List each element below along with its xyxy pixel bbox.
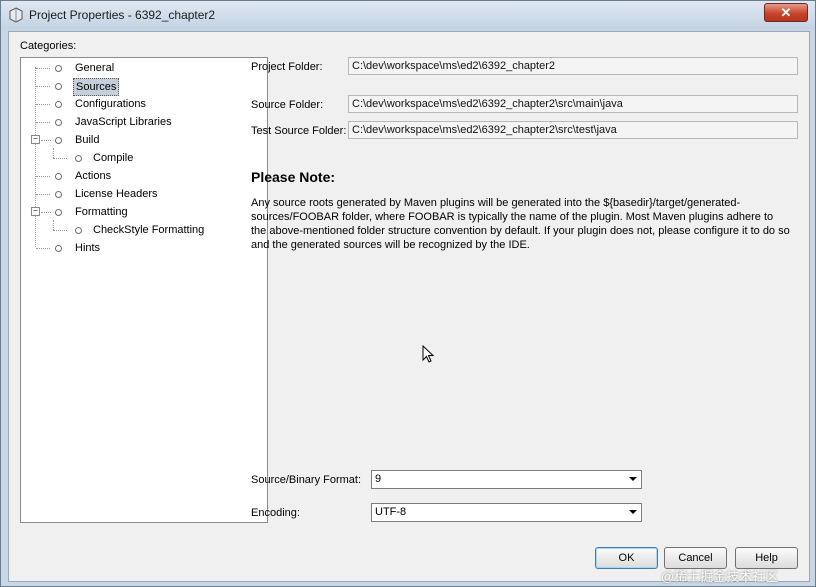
- node-icon: [55, 173, 62, 180]
- tree-item-label: JavaScript Libraries: [75, 116, 172, 128]
- tree-item-label: Sources: [73, 78, 120, 96]
- source-binary-format-select[interactable]: 9: [371, 470, 642, 489]
- ok-button[interactable]: OK: [595, 547, 658, 569]
- node-icon: [55, 83, 62, 90]
- source-binary-format-value: 9: [375, 473, 382, 485]
- project-properties-dialog: Project Properties - 6392_chapter2 ✕ Cat…: [0, 0, 816, 587]
- chevron-down-icon: [629, 477, 637, 481]
- tree-connector: [53, 148, 54, 158]
- app-icon: [9, 7, 23, 23]
- collapse-icon[interactable]: −: [31, 207, 40, 216]
- node-icon: [55, 65, 62, 72]
- categories-tree[interactable]: General Sources Configurations JavaScrip…: [20, 57, 268, 523]
- tree-connector: [35, 67, 36, 247]
- source-folder-label: Source Folder:: [251, 99, 324, 111]
- mouse-cursor-icon: [422, 345, 434, 363]
- tree-item-label: CheckStyle Formatting: [93, 224, 205, 236]
- tree-item-label: Actions: [75, 170, 112, 182]
- node-icon: [55, 245, 62, 252]
- close-button[interactable]: ✕: [764, 3, 808, 22]
- source-folder-field[interactable]: C:\dev\workspace\ms\ed2\6392_chapter2\sr…: [348, 95, 798, 113]
- node-icon: [55, 209, 62, 216]
- test-source-folder-label: Test Source Folder:: [251, 125, 347, 137]
- node-icon: [55, 191, 62, 198]
- source-binary-format-label: Source/Binary Format:: [251, 474, 362, 486]
- project-folder-label: Project Folder:: [251, 61, 323, 73]
- title-bar: Project Properties - 6392_chapter2 ✕: [1, 1, 815, 29]
- tree-item-label: Configurations: [75, 98, 146, 110]
- tree-item-label: General: [75, 62, 115, 74]
- dialog-body: Categories: General Sources Configuratio…: [8, 31, 810, 582]
- watermark: @稀土掘金技术社区: [661, 569, 779, 584]
- note-title: Please Note:: [251, 169, 336, 185]
- tree-item-label: Formatting: [75, 206, 128, 218]
- node-icon: [75, 227, 82, 234]
- tree-item-label: Compile: [93, 152, 134, 164]
- encoding-select[interactable]: UTF-8: [371, 503, 642, 522]
- node-icon: [75, 155, 82, 162]
- note-body: Any source roots generated by Maven plug…: [251, 197, 790, 251]
- categories-label: Categories:: [20, 40, 77, 52]
- window-title: Project Properties - 6392_chapter2: [29, 8, 216, 22]
- tree-connector: [53, 220, 54, 230]
- tree-item-label: Hints: [75, 242, 101, 254]
- node-icon: [55, 137, 62, 144]
- chevron-down-icon: [629, 510, 637, 514]
- project-folder-field[interactable]: C:\dev\workspace\ms\ed2\6392_chapter2: [348, 57, 798, 75]
- tree-item-label: License Headers: [75, 188, 158, 200]
- node-icon: [55, 101, 62, 108]
- collapse-icon[interactable]: −: [31, 135, 40, 144]
- encoding-value: UTF-8: [375, 506, 407, 518]
- node-icon: [55, 119, 62, 126]
- test-source-folder-field[interactable]: C:\dev\workspace\ms\ed2\6392_chapter2\sr…: [348, 121, 798, 139]
- encoding-label: Encoding:: [251, 507, 300, 519]
- tree-item-label: Build: [75, 134, 100, 146]
